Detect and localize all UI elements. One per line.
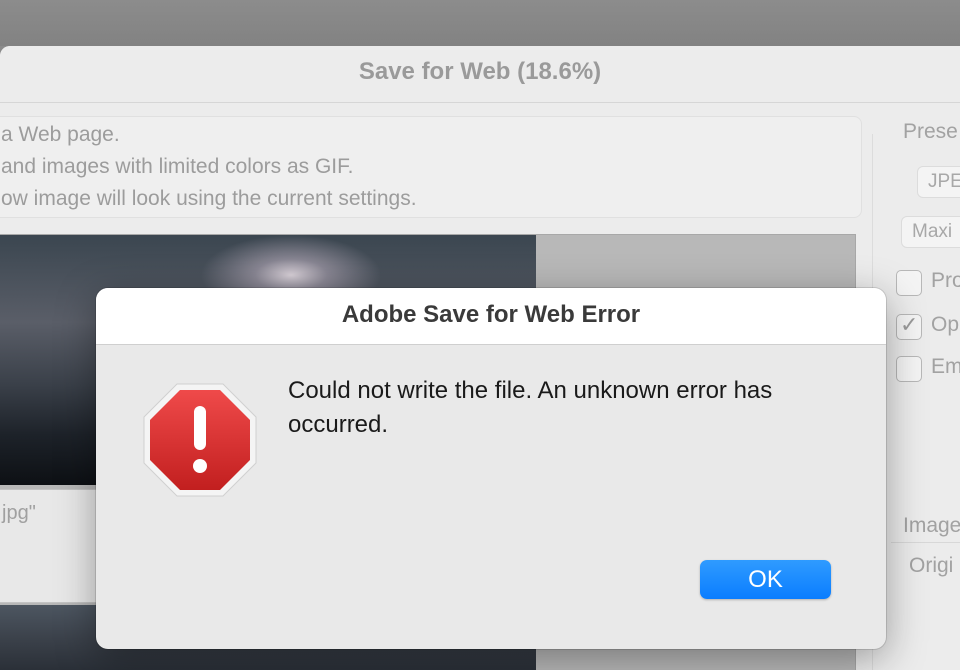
info-line-2: and images with limited colors as GIF. (1, 155, 354, 178)
optimized-label: Op (931, 313, 960, 336)
screen: Save for Web (18.6%) a Web page. and ima… (0, 0, 960, 670)
optimized-checkbox[interactable]: ✓ (896, 312, 922, 340)
progressive-checkbox[interactable] (896, 270, 922, 296)
quality-select[interactable]: Maxi (901, 216, 960, 248)
stop-error-icon (143, 383, 257, 497)
window-titlebar: Save for Web (18.6%) (0, 46, 960, 103)
panel-divider (891, 542, 960, 543)
embed-profile-checkbox[interactable] (896, 356, 922, 382)
window-title: Save for Web (18.6%) (358, 58, 602, 85)
info-box: a Web page. and images with limited colo… (0, 116, 862, 218)
error-dialog: Adobe Save for Web Error Could not write… (96, 288, 886, 649)
filename-label: jpg" (2, 502, 36, 524)
image-size-label: Image (903, 514, 960, 537)
dialog-titlebar: Adobe Save for Web Error (96, 288, 886, 345)
original-label: Origi (909, 554, 954, 577)
preset-label: Prese (903, 120, 958, 143)
info-line-1: a Web page. (1, 123, 120, 146)
ok-button[interactable]: OK (700, 560, 831, 599)
embed-profile-label: Em (931, 355, 960, 378)
format-select[interactable]: JPE (917, 166, 960, 198)
dialog-title: Adobe Save for Web Error (341, 301, 641, 328)
progressive-label: Pro (931, 269, 960, 292)
error-message: Could not write the file. An unknown err… (288, 377, 773, 438)
desktop-background (0, 0, 960, 46)
checkmark-icon: ✓ (900, 312, 919, 337)
info-line-3: ow image will look using the current set… (1, 187, 417, 210)
